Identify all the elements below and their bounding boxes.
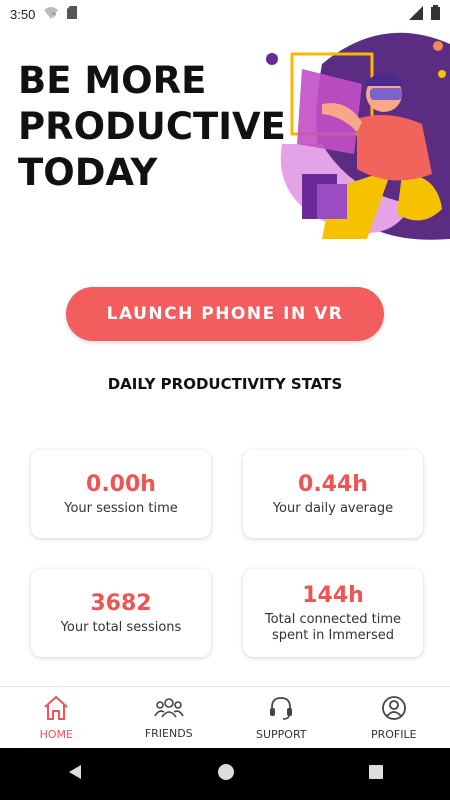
hero-line-2: PRODUCTIVE <box>18 105 286 148</box>
stat-value: 0.00h <box>86 471 156 497</box>
nav-friends-label: FRIENDS <box>144 727 193 740</box>
stat-value: 144h <box>302 582 364 608</box>
profile-icon <box>381 695 407 724</box>
hero-line-3: TODAY <box>18 151 158 194</box>
svg-text:?: ? <box>52 13 56 20</box>
recents-icon[interactable] <box>368 764 384 784</box>
hero-title: BE MORE PRODUCTIVE TODAY <box>18 58 286 196</box>
nav-home[interactable]: HOME <box>0 687 113 749</box>
stat-card-daily-average: 0.44h Your daily average <box>243 450 423 538</box>
launch-phone-in-vr-button[interactable]: LAUNCH PHONE IN VR <box>66 287 384 341</box>
stat-label: Your total sessions <box>60 619 182 635</box>
bottom-nav: HOME FRIENDS SUPPORT PROFILE <box>0 686 450 749</box>
home-icon <box>42 695 70 724</box>
friends-icon <box>154 696 184 723</box>
stat-label: Total connected time spent in Immersed <box>264 611 402 643</box>
signal-icon <box>409 5 423 23</box>
nav-profile[interactable]: PROFILE <box>338 687 450 749</box>
stat-card-session-time: 0.00h Your session time <box>31 450 211 538</box>
nav-friends[interactable]: FRIENDS <box>113 687 226 749</box>
stat-label: Your session time <box>64 500 178 516</box>
stat-card-total-connected-time: 144h Total connected time spent in Immer… <box>243 569 423 657</box>
stat-card-total-sessions: 3682 Your total sessions <box>31 569 211 657</box>
nav-support-label: SUPPORT <box>255 728 307 741</box>
stat-label: Your daily average <box>272 500 394 516</box>
battery-icon <box>431 5 440 23</box>
home-circle-icon[interactable] <box>217 763 235 785</box>
back-icon[interactable] <box>66 763 84 785</box>
sd-card-icon <box>67 6 78 22</box>
stat-value: 0.44h <box>298 471 368 497</box>
nav-support[interactable]: SUPPORT <box>225 687 338 749</box>
nav-profile-label: PROFILE <box>370 728 417 741</box>
stats-heading: DAILY PRODUCTIVITY STATS <box>107 375 343 393</box>
vr-illustration <box>262 24 450 244</box>
system-nav-bar <box>0 748 450 800</box>
hero-line-1: BE MORE <box>18 59 207 102</box>
headset-icon <box>268 695 294 724</box>
wifi-question-icon: ? <box>43 6 59 23</box>
status-time: 3:50 <box>10 6 36 22</box>
stat-value: 3682 <box>90 590 152 616</box>
nav-home-label: HOME <box>39 728 73 741</box>
